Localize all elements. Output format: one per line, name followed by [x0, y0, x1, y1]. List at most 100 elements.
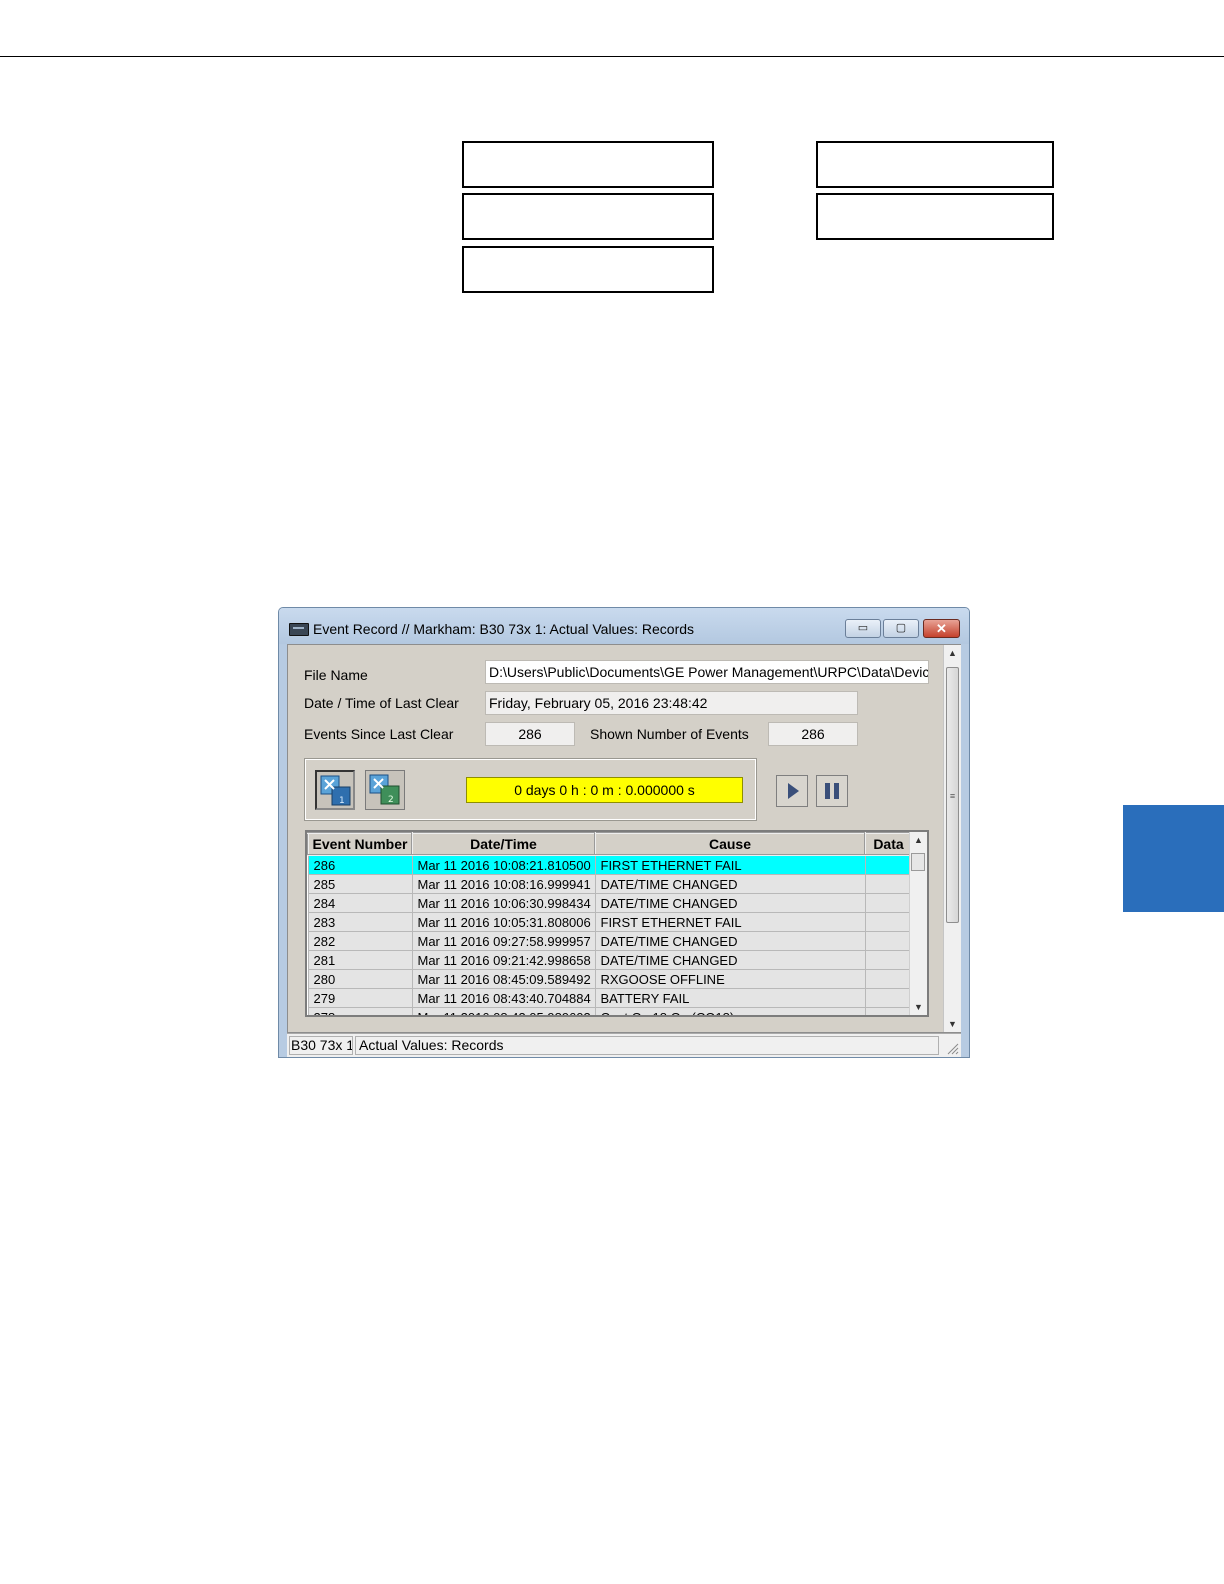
cell-datetime: Mar 11 2016 10:05:31.808006 [411, 912, 596, 932]
cell-event-number: 280 [307, 969, 413, 989]
cell-event-number: 283 [307, 912, 413, 932]
minimize-button[interactable]: ▭ [845, 619, 881, 638]
column-header-event-number[interactable]: Event Number [307, 832, 413, 856]
window-client-area: File Name D:\Users\Public\Documents\GE P… [287, 644, 961, 1033]
table-row[interactable]: 279 Mar 11 2016 08:43:40.704884 BATTERY FA… [307, 988, 913, 1008]
close-button[interactable]: ✕ [923, 619, 960, 638]
zoom-out-button[interactable]: 2 [365, 770, 405, 810]
window-scroll-down-icon[interactable]: ▼ [944, 1016, 961, 1032]
zoom-in-button[interactable]: 1 [315, 770, 355, 810]
pause-button[interactable] [816, 775, 848, 807]
table-row[interactable]: 284 Mar 11 2016 10:06:30.998434 DATE/TIME … [307, 893, 913, 913]
table-row[interactable]: 280 Mar 11 2016 08:45:09.589492 RXGOOSE OF… [307, 969, 913, 989]
table-row[interactable]: 278 Mar 11 2016 08:43:05.989603 Cont Op 18… [307, 1007, 913, 1015]
status-path: Actual Values: Records [355, 1036, 939, 1055]
play-button[interactable] [776, 775, 808, 807]
empty-box-2 [462, 193, 714, 240]
maximize-button[interactable]: ▢ [883, 619, 919, 638]
shown-events-field: 286 [768, 722, 858, 746]
cell-event-number: 278 [307, 1007, 413, 1015]
column-header-data[interactable]: Data [864, 832, 913, 856]
cell-data [864, 988, 913, 1008]
table-header-row: Event Number Date/Time Cause Data [307, 832, 913, 856]
cell-datetime: Mar 11 2016 10:06:30.998434 [411, 893, 596, 913]
cell-data [864, 931, 913, 951]
svg-text:1: 1 [339, 796, 345, 806]
maximize-icon: ▢ [895, 622, 907, 634]
cell-data [864, 950, 913, 970]
zoom-in-icon: 1 [320, 775, 351, 806]
column-header-cause[interactable]: Cause [594, 832, 866, 856]
cell-data [864, 893, 913, 913]
empty-box-5 [816, 193, 1054, 240]
table-row[interactable]: 281 Mar 11 2016 09:21:42.998658 DATE/TIME … [307, 950, 913, 970]
events-since-clear-field: 286 [485, 722, 575, 746]
cell-event-number: 279 [307, 988, 413, 1008]
cell-datetime: Mar 11 2016 08:43:40.704884 [411, 988, 596, 1008]
file-name-label: File Name [304, 667, 368, 683]
events-since-clear-label: Events Since Last Clear [304, 726, 454, 742]
cell-datetime: Mar 11 2016 08:43:05.989603 [411, 1007, 596, 1015]
window-scroll-up-icon[interactable]: ▲ [944, 645, 961, 661]
app-icon [289, 623, 309, 636]
play-icon [788, 783, 799, 799]
window-titlebar[interactable]: Event Record // Markham: B30 73x 1: Actu… [279, 608, 969, 644]
empty-box-4 [816, 141, 1054, 188]
last-clear-field: Friday, February 05, 2016 23:48:42 [485, 691, 858, 715]
resize-grip-icon[interactable] [945, 1041, 959, 1055]
cell-datetime: Mar 11 2016 09:21:42.998658 [411, 950, 596, 970]
cell-cause: DATE/TIME CHANGED [594, 931, 866, 951]
last-clear-label: Date / Time of Last Clear [304, 695, 459, 711]
status-device: B30 73x 1 [289, 1036, 353, 1055]
table-row[interactable]: 286 Mar 11 2016 10:08:21.810500 FIRST ETHE… [307, 854, 913, 875]
playback-control-panel: 1 2 0 days 0 h : 0 m : 0.000000 s [304, 758, 757, 821]
cell-data [864, 912, 913, 932]
cell-cause: DATE/TIME CHANGED [594, 893, 866, 913]
cell-data [864, 1007, 913, 1015]
shown-events-label: Shown Number of Events [590, 726, 749, 742]
window-title: Event Record // Markham: B30 73x 1: Actu… [313, 621, 695, 637]
cell-datetime: Mar 11 2016 10:08:16.999941 [411, 874, 596, 894]
cell-cause: FIRST ETHERNET FAIL [594, 854, 866, 875]
cell-cause: BATTERY FAIL [594, 988, 866, 1008]
file-name-field[interactable]: D:\Users\Public\Documents\GE Power Manag… [485, 660, 929, 684]
event-table: Event Number Date/Time Cause Data 286 Mar… [305, 830, 929, 1017]
status-bar: B30 73x 1 Actual Values: Records [287, 1033, 961, 1057]
cell-datetime: Mar 11 2016 10:08:21.810500 [411, 854, 596, 875]
table-scroll-down-icon[interactable]: ▼ [910, 999, 927, 1015]
page-top-rule [0, 56, 1224, 57]
cell-cause: DATE/TIME CHANGED [594, 874, 866, 894]
cell-event-number: 282 [307, 931, 413, 951]
cell-event-number: 281 [307, 950, 413, 970]
chapter-side-tab [1123, 805, 1224, 912]
cell-cause: FIRST ETHERNET FAIL [594, 912, 866, 932]
cell-event-number: 285 [307, 874, 413, 894]
column-header-datetime[interactable]: Date/Time [411, 832, 596, 856]
table-scrollbar[interactable]: ▲ ▼ [909, 832, 927, 1015]
window-scrollbar[interactable]: ▲ ≡ ▼ [943, 645, 961, 1032]
cell-event-number: 286 [307, 854, 413, 875]
table-row[interactable]: 282 Mar 11 2016 09:27:58.999957 DATE/TIME … [307, 931, 913, 951]
cell-event-number: 284 [307, 893, 413, 913]
table-scroll-thumb[interactable] [911, 853, 925, 871]
zoom-out-icon: 2 [369, 774, 400, 805]
cell-data [864, 874, 913, 894]
cell-datetime: Mar 11 2016 08:45:09.589492 [411, 969, 596, 989]
pause-icon [825, 783, 839, 799]
cell-cause: RXGOOSE OFFLINE [594, 969, 866, 989]
elapsed-timer: 0 days 0 h : 0 m : 0.000000 s [466, 777, 743, 803]
cell-datetime: Mar 11 2016 09:27:58.999957 [411, 931, 596, 951]
table-row[interactable]: 285 Mar 11 2016 10:08:16.999941 DATE/TIME … [307, 874, 913, 894]
cell-cause: DATE/TIME CHANGED [594, 950, 866, 970]
empty-box-1 [462, 141, 714, 188]
cell-cause: Cont Op 18 On (CO18) [594, 1007, 866, 1015]
cell-data [864, 969, 913, 989]
empty-box-3 [462, 246, 714, 293]
window-scroll-thumb[interactable]: ≡ [946, 667, 959, 923]
table-row[interactable]: 283 Mar 11 2016 10:05:31.808006 FIRST ETHE… [307, 912, 913, 932]
event-record-window: Event Record // Markham: B30 73x 1: Actu… [278, 607, 970, 1058]
cell-data [864, 854, 913, 875]
svg-text:2: 2 [388, 795, 394, 805]
minimize-icon: ▭ [857, 622, 869, 634]
table-scroll-up-icon[interactable]: ▲ [910, 832, 927, 848]
